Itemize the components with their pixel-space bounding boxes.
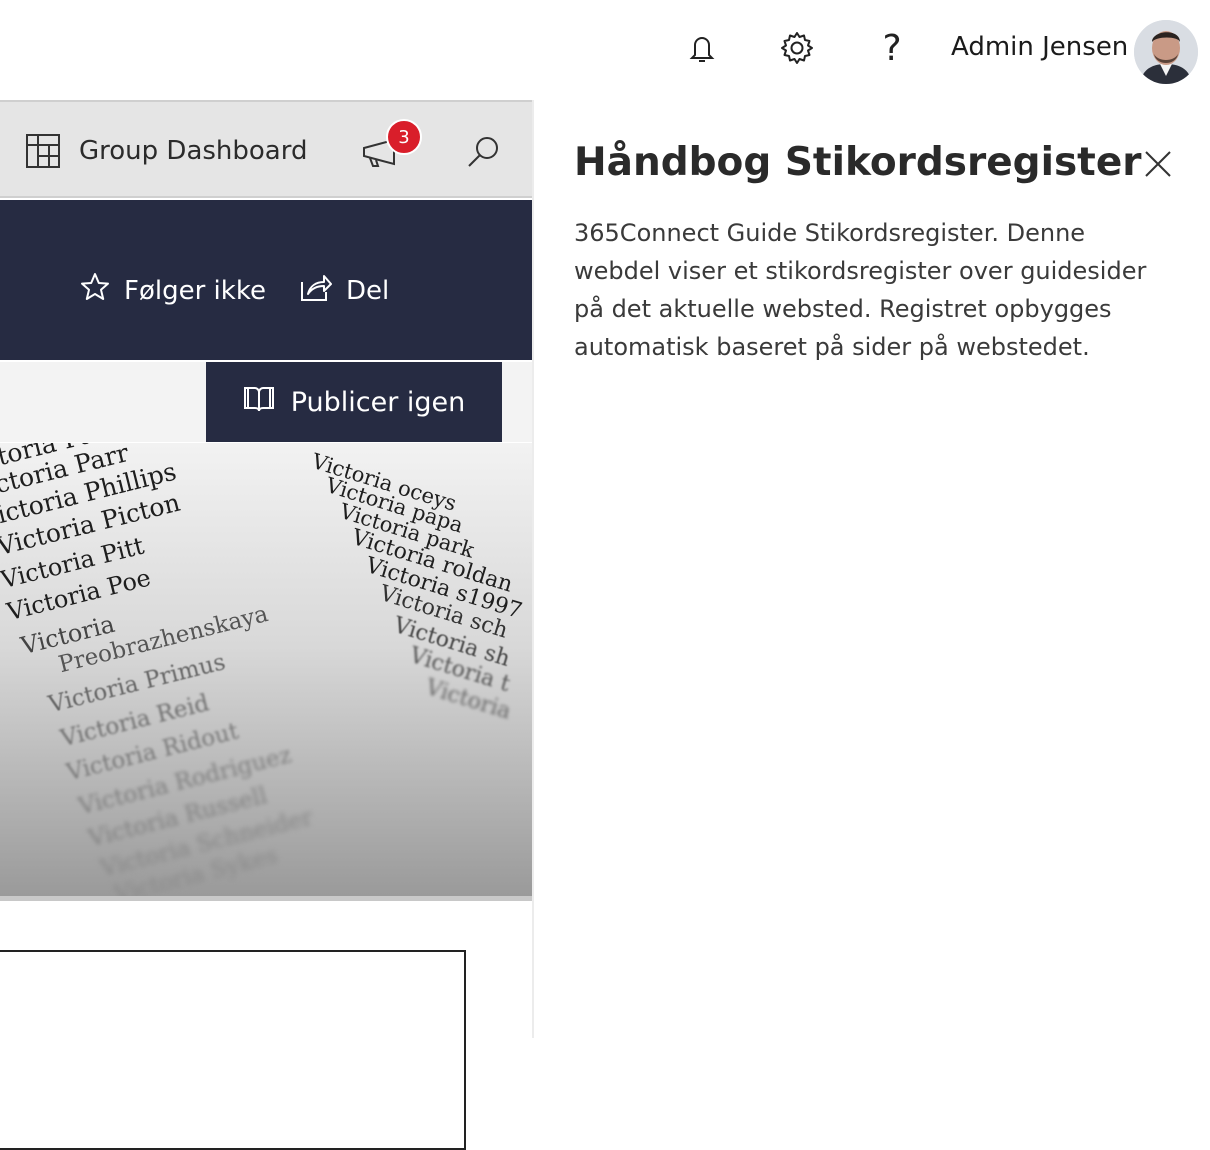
dashboard-grid-icon (26, 134, 60, 168)
follow-button[interactable]: Følger ikke (80, 272, 266, 309)
gear-icon[interactable] (777, 28, 817, 68)
content-webpart-frame (0, 950, 466, 1150)
republish-button[interactable]: Publicer igen (206, 362, 502, 442)
info-panel: Håndbog Stikordsregister 365Connect Guid… (534, 100, 1210, 1038)
page-command-row: Publicer igen (0, 362, 533, 442)
close-icon[interactable] (1140, 146, 1176, 182)
panel-title: Håndbog Stikordsregister (574, 140, 1142, 185)
share-label: Del (346, 275, 390, 306)
panel-description: 365Connect Guide Stikordsregister. Denne… (574, 219, 1147, 361)
suite-header: ? Admin Jensen (0, 0, 1210, 100)
book-icon (243, 385, 275, 420)
help-icon[interactable]: ? (872, 27, 912, 69)
group-command-bar: Group Dashboard 3 (0, 100, 533, 198)
hero-divider (0, 896, 533, 901)
help-glyph: ? (882, 27, 902, 69)
announcement-count-badge: 3 (386, 119, 422, 155)
site-header-band: Følger ikke Del (0, 200, 533, 360)
avatar[interactable] (1134, 20, 1198, 84)
hero-image: toria Palmer ctoria Parr ictoria Phillip… (0, 443, 533, 896)
bell-icon[interactable] (682, 28, 722, 68)
star-icon (80, 272, 110, 309)
republish-label: Publicer igen (290, 386, 466, 418)
user-name[interactable]: Admin Jensen (951, 32, 1128, 62)
search-icon[interactable] (466, 134, 502, 170)
group-dashboard-title[interactable]: Group Dashboard (79, 136, 307, 166)
share-icon (300, 272, 332, 309)
share-button[interactable]: Del (300, 272, 389, 309)
site-area: Group Dashboard 3 Følger ikke Del Public… (0, 100, 533, 1150)
follow-label: Følger ikke (124, 275, 266, 306)
